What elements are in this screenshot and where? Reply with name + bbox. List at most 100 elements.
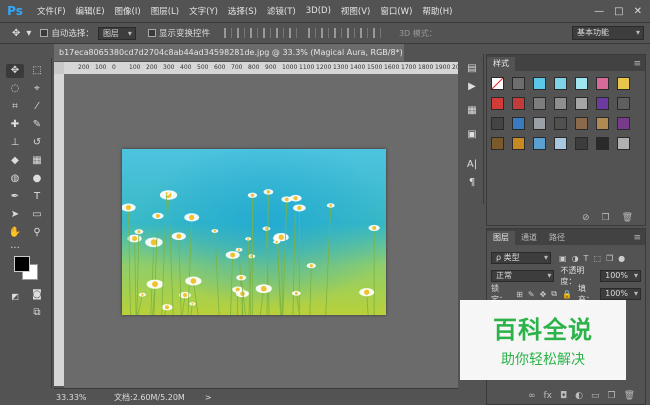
style-swatch[interactable]: [491, 137, 504, 150]
style-swatch[interactable]: [554, 77, 567, 90]
lock-artboard-icon[interactable]: ⧉: [551, 289, 557, 299]
menu-3d[interactable]: 3D(D): [301, 6, 336, 16]
more-tools-icon[interactable]: ···: [6, 242, 24, 256]
menu-edit[interactable]: 编辑(E): [71, 5, 110, 17]
style-swatch[interactable]: [617, 97, 630, 110]
style-swatch[interactable]: [512, 97, 525, 110]
tab-layers[interactable]: 图层: [487, 231, 515, 245]
zoom-tool-icon[interactable]: ⚲: [28, 226, 46, 240]
menu-help[interactable]: 帮助(H): [417, 5, 457, 17]
menu-window[interactable]: 窗口(W): [375, 5, 417, 17]
history-brush-icon[interactable]: ↺: [28, 136, 46, 150]
lock-position-icon[interactable]: ✥: [540, 290, 547, 299]
horizontal-ruler[interactable]: 200 100 0 100 200 300 400 500 600 700 800 900 1000 11…: [64, 62, 458, 74]
style-swatch[interactable]: [491, 77, 504, 90]
maximize-icon[interactable]: □: [614, 6, 623, 17]
move-tool-icon[interactable]: ✥: [6, 64, 24, 78]
distribute-left-icon[interactable]: [346, 28, 355, 38]
auto-select-dropdown[interactable]: 图层: [97, 26, 136, 40]
history-panel-icon[interactable]: ▤: [465, 62, 479, 76]
ruler-origin[interactable]: [54, 62, 64, 74]
lock-image-icon[interactable]: ✎: [528, 290, 535, 299]
style-swatch[interactable]: [533, 137, 546, 150]
align-bottom-icon[interactable]: [249, 28, 258, 38]
tab-channels[interactable]: 通道: [515, 231, 543, 245]
default-colors-icon[interactable]: ◩: [6, 290, 24, 304]
style-swatch[interactable]: [533, 117, 546, 130]
tab-paths[interactable]: 路径: [543, 231, 571, 245]
panel-menu-icon[interactable]: ≡: [633, 57, 641, 71]
dodge-tool-icon[interactable]: ●: [28, 172, 46, 186]
gradient-tool-icon[interactable]: ▦: [28, 154, 46, 168]
quick-select-icon[interactable]: ⌖: [28, 82, 46, 96]
character-panel-icon[interactable]: A|: [465, 158, 479, 172]
style-swatch[interactable]: [617, 137, 630, 150]
style-swatch[interactable]: [575, 137, 588, 150]
new-style-icon[interactable]: ❐: [601, 213, 609, 223]
style-swatch[interactable]: [554, 117, 567, 130]
new-layer-icon[interactable]: ❐: [607, 391, 615, 401]
smart-filter-icon[interactable]: ❒: [606, 254, 613, 263]
image-filter-icon[interactable]: ▣: [559, 254, 567, 263]
show-transform-checkbox[interactable]: [147, 29, 156, 37]
menu-filter[interactable]: 滤镜(T): [262, 5, 301, 17]
menu-layer[interactable]: 图层(L): [146, 5, 184, 17]
style-swatch[interactable]: [554, 97, 567, 110]
delete-layer-icon[interactable]: 🗑: [624, 391, 635, 401]
clone-source-icon[interactable]: ▣: [465, 128, 479, 142]
layers-menu-icon[interactable]: ≡: [633, 231, 641, 245]
style-swatch[interactable]: [596, 97, 609, 110]
eyedropper-icon[interactable]: ⁄: [28, 100, 46, 114]
adjustment-layer-icon[interactable]: ◐: [575, 391, 583, 401]
canvas-area[interactable]: [64, 74, 458, 388]
style-swatch[interactable]: [596, 77, 609, 90]
status-menu-arrow[interactable]: >: [205, 393, 212, 402]
quick-mask-icon[interactable]: ◙: [28, 288, 46, 302]
style-swatch[interactable]: [512, 137, 525, 150]
style-swatch[interactable]: [617, 77, 630, 90]
menu-select[interactable]: 选择(S): [223, 5, 262, 17]
add-mask-icon[interactable]: ◘: [560, 391, 567, 401]
fill-input[interactable]: 100%: [600, 288, 641, 300]
brush-tool-icon[interactable]: ✎: [28, 118, 46, 132]
path-select-icon[interactable]: ➤: [6, 208, 24, 222]
style-swatch[interactable]: [575, 77, 588, 90]
move-tool-icon[interactable]: ✥: [12, 28, 20, 39]
auto-select-checkbox[interactable]: [40, 29, 49, 37]
layer-filter-dropdown[interactable]: ρ 类型: [491, 252, 551, 264]
align-center-icon[interactable]: [275, 28, 284, 38]
style-swatch[interactable]: [491, 117, 504, 130]
lasso-tool-icon[interactable]: ◌: [6, 82, 24, 96]
distribute-bottom-icon[interactable]: [333, 28, 342, 38]
document-tab[interactable]: b17eca8065380cd7d2704c8ab44ad34598281de.…: [54, 44, 404, 61]
align-middle-icon[interactable]: [236, 28, 245, 38]
tab-styles[interactable]: 样式: [487, 57, 515, 71]
menu-view[interactable]: 视图(V): [336, 5, 375, 17]
style-swatch[interactable]: [491, 97, 504, 110]
menu-file[interactable]: 文件(F): [32, 5, 71, 17]
actions-panel-icon[interactable]: ▶: [465, 80, 479, 94]
pen-tool-icon[interactable]: ✒: [6, 190, 24, 204]
foreground-color-swatch[interactable]: [14, 256, 30, 272]
blend-mode-dropdown[interactable]: 正常: [491, 270, 555, 282]
style-swatch[interactable]: [617, 117, 630, 130]
minimize-icon[interactable]: —: [594, 6, 604, 17]
menu-type[interactable]: 文字(Y): [184, 5, 223, 17]
distribute-right-icon[interactable]: [372, 28, 381, 38]
properties-panel-icon[interactable]: ▦: [465, 104, 479, 118]
trash-icon[interactable]: 🗑: [622, 213, 633, 223]
align-top-icon[interactable]: [223, 28, 232, 38]
filter-toggle-icon[interactable]: ●: [618, 254, 625, 263]
lock-transparent-icon[interactable]: ⊞: [516, 290, 523, 299]
style-swatch[interactable]: [596, 137, 609, 150]
blur-tool-icon[interactable]: ◍: [6, 172, 24, 186]
screen-mode-icon[interactable]: ⧉: [28, 306, 46, 320]
distribute-center-icon[interactable]: [359, 28, 368, 38]
type-tool-icon[interactable]: T: [28, 190, 46, 204]
close-icon[interactable]: ✕: [634, 6, 642, 17]
document-image[interactable]: [122, 149, 386, 315]
style-swatch[interactable]: [512, 77, 525, 90]
rectangle-tool-icon[interactable]: ▭: [28, 208, 46, 222]
opacity-input[interactable]: 100%: [600, 270, 641, 282]
marquee-tool-icon[interactable]: ⬚: [28, 64, 46, 78]
